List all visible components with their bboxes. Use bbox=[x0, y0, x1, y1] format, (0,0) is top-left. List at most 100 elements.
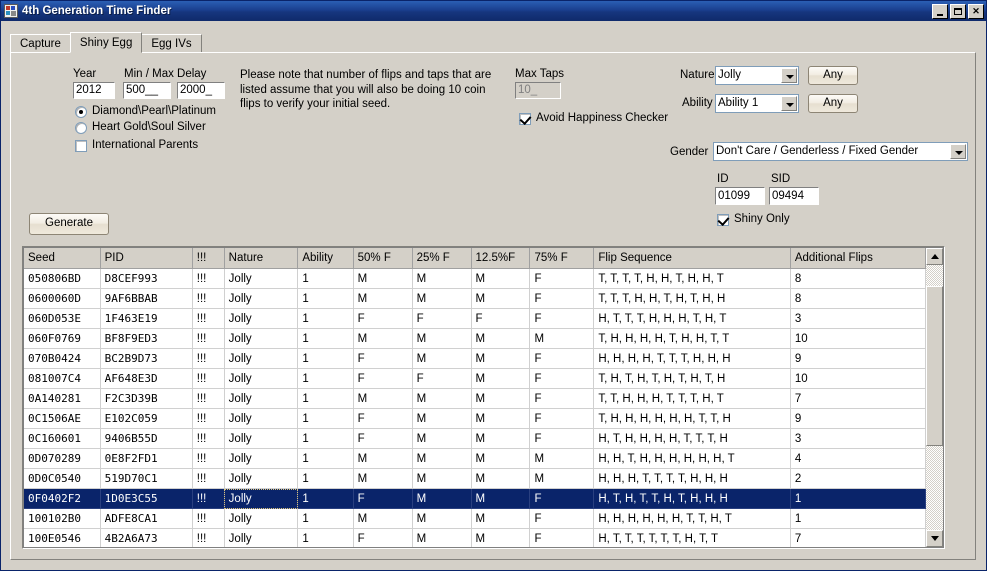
table-cell[interactable]: Jolly bbox=[224, 328, 299, 349]
table-cell[interactable]: 0C1506AE bbox=[24, 408, 101, 429]
table-cell[interactable]: 519D70C1 bbox=[100, 468, 193, 489]
table-cell[interactable]: M bbox=[412, 468, 472, 489]
table-cell[interactable]: !!! bbox=[192, 508, 225, 529]
table-cell[interactable]: Jolly bbox=[224, 388, 299, 409]
table-cell[interactable]: M bbox=[471, 288, 531, 309]
table-cell[interactable]: Jolly bbox=[224, 468, 299, 489]
table-cell[interactable]: T, H, H, H, H, H, H, T, T, H bbox=[593, 408, 791, 429]
table-cell[interactable]: BF8F9ED3 bbox=[100, 328, 193, 349]
table-cell[interactable]: M bbox=[471, 368, 531, 389]
min-delay-input[interactable]: 500__ bbox=[123, 82, 171, 99]
table-cell[interactable]: 0D070289 bbox=[24, 448, 101, 469]
table-cell[interactable]: F bbox=[529, 268, 595, 289]
table-cell[interactable]: 3 bbox=[790, 308, 926, 329]
table-cell[interactable]: 9AF6BBAB bbox=[100, 288, 193, 309]
table-cell[interactable]: Jolly bbox=[224, 408, 299, 429]
table-cell[interactable]: 8 bbox=[790, 268, 926, 289]
nature-any-button[interactable]: Any bbox=[808, 66, 858, 85]
col-additional-flips[interactable]: Additional Flips bbox=[790, 248, 926, 269]
table-cell[interactable]: !!! bbox=[192, 408, 225, 429]
table-cell[interactable]: M bbox=[471, 468, 531, 489]
table-cell[interactable]: M bbox=[353, 448, 413, 469]
table-cell[interactable]: M bbox=[529, 328, 595, 349]
table-cell[interactable]: M bbox=[353, 388, 413, 409]
table-cell[interactable]: 0600060D bbox=[24, 288, 101, 309]
table-cell[interactable]: 0D0C0540 bbox=[24, 468, 101, 489]
col-shiny-mark[interactable]: !!! bbox=[192, 248, 225, 269]
table-cell[interactable]: 9 bbox=[790, 348, 926, 369]
max-taps-input[interactable]: 10_ bbox=[515, 82, 561, 99]
table-cell[interactable]: H, H, H, H, H, H, T, T, H, T bbox=[593, 508, 791, 529]
sid-input[interactable]: 09494 bbox=[769, 187, 819, 205]
table-cell[interactable]: 060F0769 bbox=[24, 328, 101, 349]
table-cell[interactable]: 4 bbox=[790, 448, 926, 469]
radio-heart-gold-soul-silver[interactable]: Heart Gold\Soul Silver bbox=[75, 121, 275, 137]
table-cell[interactable]: 1 bbox=[297, 428, 354, 449]
table-cell[interactable]: F bbox=[353, 408, 413, 429]
table-cell[interactable]: Jolly bbox=[224, 348, 299, 369]
scroll-down-icon[interactable] bbox=[926, 530, 943, 547]
table-cell[interactable]: M bbox=[471, 408, 531, 429]
table-cell[interactable]: H, T, H, H, H, H, T, T, T, H bbox=[593, 428, 791, 449]
table-cell[interactable]: 1D0E3C55 bbox=[100, 488, 193, 509]
table-cell[interactable]: !!! bbox=[192, 308, 225, 329]
table-cell[interactable]: Jolly bbox=[224, 268, 299, 289]
table-cell[interactable]: Jolly bbox=[224, 488, 299, 509]
table-cell[interactable]: 0E8F2FD1 bbox=[100, 448, 193, 469]
table-cell[interactable]: 9406B55D bbox=[100, 428, 193, 449]
table-cell[interactable]: F bbox=[412, 308, 472, 329]
table-cell[interactable]: T, T, T, H, H, T, H, T, H, H bbox=[593, 288, 791, 309]
table-cell[interactable]: M bbox=[412, 528, 472, 547]
table-cell[interactable]: 100102B0 bbox=[24, 508, 101, 529]
table-cell[interactable]: 7 bbox=[790, 528, 926, 547]
table-row[interactable]: 0600060D 9AF6BBAB!!! Jolly 1 M M M F T, T, T, H,… bbox=[24, 288, 926, 309]
table-cell[interactable]: 1 bbox=[790, 508, 926, 529]
table-cell[interactable]: M bbox=[412, 488, 472, 509]
table-cell[interactable]: 10 bbox=[790, 328, 926, 349]
table-cell[interactable]: F bbox=[529, 348, 595, 369]
table-cell[interactable]: 070B0424 bbox=[24, 348, 101, 369]
table-cell[interactable]: 0A140281 bbox=[24, 388, 101, 409]
table-cell[interactable]: T, H, T, H, T, H, T, H, T, H bbox=[593, 368, 791, 389]
table-cell[interactable]: M bbox=[353, 288, 413, 309]
table-row[interactable]: 0C160601 9406B55D!!! Jolly 1 F M M F H, T, H, H,… bbox=[24, 428, 926, 449]
table-cell[interactable]: F bbox=[529, 308, 595, 329]
table-cell[interactable]: T, H, H, H, H, T, H, H, T, T bbox=[593, 328, 791, 349]
table-cell[interactable]: 1 bbox=[297, 328, 354, 349]
id-input[interactable]: 01099 bbox=[715, 187, 765, 205]
table-cell[interactable]: 050806BD bbox=[24, 268, 101, 289]
table-cell[interactable]: T, T, H, H, H, T, T, T, H, T bbox=[593, 388, 791, 409]
table-cell[interactable]: M bbox=[412, 508, 472, 529]
table-row[interactable]: 060F0769 BF8F9ED3!!! Jolly 1 M M M M T, H, H, H,… bbox=[24, 328, 926, 349]
table-cell[interactable]: Jolly bbox=[224, 528, 299, 547]
table-row[interactable]: 0D070289 0E8F2FD1!!! Jolly 1 M M M M H, H, T, H,… bbox=[24, 448, 926, 469]
table-cell[interactable]: 081007C4 bbox=[24, 368, 101, 389]
col-seed[interactable]: Seed bbox=[24, 248, 101, 269]
table-cell[interactable]: 060D053E bbox=[24, 308, 101, 329]
scroll-up-icon[interactable] bbox=[926, 248, 943, 265]
table-cell[interactable]: AF648E3D bbox=[100, 368, 193, 389]
table-cell[interactable]: !!! bbox=[192, 528, 225, 547]
col-75-f[interactable]: 75% F bbox=[529, 248, 595, 269]
table-cell[interactable]: M bbox=[412, 288, 472, 309]
table-cell[interactable]: M bbox=[529, 448, 595, 469]
tab-egg-ivs[interactable]: Egg IVs bbox=[141, 34, 202, 53]
table-cell[interactable]: 1 bbox=[297, 288, 354, 309]
chevron-down-icon[interactable] bbox=[950, 144, 966, 159]
table-cell[interactable]: M bbox=[412, 328, 472, 349]
table-cell[interactable]: M bbox=[529, 468, 595, 489]
table-cell[interactable]: F bbox=[412, 368, 472, 389]
table-cell[interactable]: F bbox=[529, 408, 595, 429]
table-cell[interactable]: 1 bbox=[297, 448, 354, 469]
minimize-button[interactable] bbox=[932, 3, 948, 19]
table-cell[interactable]: F bbox=[353, 528, 413, 547]
nature-select[interactable]: Jolly bbox=[715, 66, 799, 85]
table-cell[interactable]: !!! bbox=[192, 448, 225, 469]
table-cell[interactable]: T, T, T, T, H, H, T, H, H, T bbox=[593, 268, 791, 289]
table-cell[interactable]: 9 bbox=[790, 408, 926, 429]
table-cell[interactable]: 1 bbox=[297, 348, 354, 369]
table-cell[interactable]: Jolly bbox=[224, 368, 299, 389]
table-cell[interactable]: M bbox=[412, 448, 472, 469]
col-50-f[interactable]: 50% F bbox=[353, 248, 413, 269]
table-cell[interactable]: Jolly bbox=[224, 428, 299, 449]
